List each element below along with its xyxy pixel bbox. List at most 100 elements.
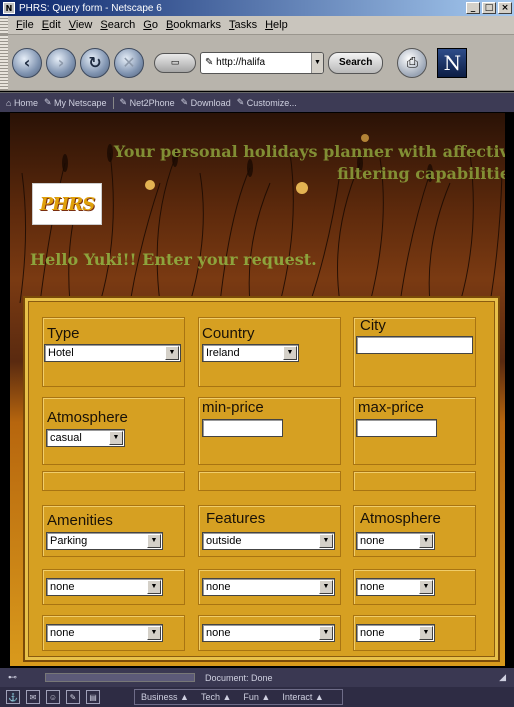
home-icon: ⌂ xyxy=(6,97,14,108)
forward-button[interactable]: › xyxy=(46,47,76,78)
page-heading: Your personal holidays planner with affe… xyxy=(113,142,505,183)
country-value: Ireland xyxy=(206,347,240,359)
address-book-icon[interactable]: ▤ xyxy=(86,690,100,704)
chevron-down-icon: ▼ xyxy=(147,534,161,548)
status-bar: ⊷ Document: Done ◢ xyxy=(0,668,514,687)
menu-help[interactable]: Help xyxy=(265,19,288,31)
feature-select[interactable]: none ▼ xyxy=(202,578,335,596)
url-type-icon: ▭ xyxy=(170,57,180,68)
url-type-button[interactable]: ▭ xyxy=(154,52,196,73)
close-button[interactable]: × xyxy=(498,2,512,14)
instant-messenger-icon[interactable]: ☺ xyxy=(46,690,60,704)
feature-value: none xyxy=(206,581,231,593)
pb-download[interactable]: ✎ Download xyxy=(181,97,231,108)
menu-go[interactable]: Go xyxy=(143,19,158,31)
chevron-down-icon: ▼ xyxy=(147,626,161,640)
pb-home-label: Home xyxy=(13,97,38,108)
back-arrow-icon: ‹ xyxy=(23,53,31,72)
back-button[interactable]: ‹ xyxy=(12,47,42,78)
menu-edit[interactable]: Edit xyxy=(42,19,61,31)
print-icon: ⎙ xyxy=(406,54,418,71)
chevron-down-icon: ▼ xyxy=(319,580,333,594)
features-label: Features xyxy=(206,510,266,527)
pb-my-netscape-label: My Netscape xyxy=(54,97,107,108)
amenity-select[interactable]: Parking ▼ xyxy=(46,532,163,550)
url-dropdown-icon[interactable]: ▼ xyxy=(311,52,323,73)
url-field[interactable]: ✎ http://halifa ▼ xyxy=(200,51,324,74)
tab-business[interactable]: Business ▲ xyxy=(141,692,189,702)
min-price-label: min-price xyxy=(202,399,264,416)
forward-arrow-icon: › xyxy=(57,53,65,72)
taskbar-tabs: Business ▲ Tech ▲ Fun ▲ Interact ▲ xyxy=(134,689,343,705)
query-form: Type Hotel ▼ Country Ireland ▼ City Atmosp… xyxy=(23,296,500,662)
amenity-select[interactable]: none ▼ xyxy=(46,578,163,596)
amenity-value: none xyxy=(50,627,75,639)
amenity-value: none xyxy=(50,581,75,593)
mail-icon[interactable]: ✉ xyxy=(26,690,40,704)
min-price-input[interactable] xyxy=(202,419,283,437)
atmosphere-option-select[interactable]: none ▼ xyxy=(356,532,435,550)
print-button[interactable]: ⎙ xyxy=(397,47,428,78)
search-button[interactable]: Search xyxy=(328,51,384,74)
navbar-grip[interactable] xyxy=(0,35,8,90)
url-text: http://halifa xyxy=(216,57,266,68)
menu-bar: File Edit View Search Go Bookmarks Tasks… xyxy=(0,16,514,35)
tab-interact[interactable]: Interact ▲ xyxy=(282,692,323,702)
menu-view[interactable]: View xyxy=(69,19,93,31)
feature-select[interactable]: none ▼ xyxy=(202,624,335,642)
empty-cell xyxy=(198,471,341,491)
menu-file[interactable]: File xyxy=(16,19,34,31)
chevron-down-icon: ▼ xyxy=(419,626,433,640)
type-label: Type xyxy=(47,325,80,342)
bookmark-icon: ✎ xyxy=(205,57,217,68)
stop-button[interactable]: ✕ xyxy=(114,47,144,78)
maximize-button[interactable]: □ xyxy=(482,2,496,14)
empty-cell xyxy=(353,471,476,491)
chevron-down-icon: ▼ xyxy=(419,534,433,548)
pb-customize[interactable]: ✎ Customize... xyxy=(237,97,297,108)
phrs-logo: PHRS xyxy=(32,183,102,225)
chevron-down-icon: ▼ xyxy=(319,534,333,548)
composer-icon[interactable]: ✎ xyxy=(66,690,80,704)
max-price-label: max-price xyxy=(358,399,424,416)
country-select[interactable]: Ireland ▼ xyxy=(202,344,299,362)
feature-select[interactable]: outside ▼ xyxy=(202,532,335,550)
chevron-down-icon: ▼ xyxy=(109,431,123,445)
chevron-down-icon: ▼ xyxy=(283,346,297,360)
type-value: Hotel xyxy=(48,347,74,359)
atmosphere-select[interactable]: casual ▼ xyxy=(46,429,125,447)
component-taskbar: ⚓ ✉ ☺ ✎ ▤ Business ▲ Tech ▲ Fun ▲ Intera… xyxy=(0,687,514,707)
tab-fun[interactable]: Fun ▲ xyxy=(243,692,270,702)
toolbar-separator xyxy=(112,96,114,109)
window-titlebar: N PHRS: Query form - Netscape 6 _ □ × xyxy=(0,0,514,16)
page-content: Your personal holidays planner with affe… xyxy=(10,113,505,666)
atmosphere-value: casual xyxy=(50,432,82,444)
minimize-button[interactable]: _ xyxy=(466,2,480,14)
netscape-logo[interactable]: N xyxy=(437,47,468,78)
menu-tasks[interactable]: Tasks xyxy=(229,19,257,31)
type-select[interactable]: Hotel ▼ xyxy=(44,344,181,362)
amenity-select[interactable]: none ▼ xyxy=(46,624,163,642)
window-title: PHRS: Query form - Netscape 6 xyxy=(19,2,162,14)
navigation-toolbar: ‹ › ↻ ✕ ▭ ✎ http://halifa ▼ Search ⎙ N xyxy=(0,35,514,91)
pb-my-netscape[interactable]: ✎ My Netscape xyxy=(44,97,107,108)
navigator-icon[interactable]: ⚓ xyxy=(6,690,20,704)
reload-button[interactable]: ↻ xyxy=(80,47,110,78)
tab-tech[interactable]: Tech ▲ xyxy=(201,692,231,702)
online-icon: ◢ xyxy=(499,672,506,682)
atmosphere-option-value: none xyxy=(360,535,385,547)
atmosphere-option-select[interactable]: none ▼ xyxy=(356,624,435,642)
pb-customize-label: Customize... xyxy=(246,97,297,108)
menu-search[interactable]: Search xyxy=(100,19,135,31)
menubar-grip[interactable] xyxy=(0,16,8,34)
menu-bookmarks[interactable]: Bookmarks xyxy=(166,19,221,31)
stop-icon: ✕ xyxy=(122,53,136,72)
feature-value: none xyxy=(206,627,231,639)
atmosphere-option-select[interactable]: none ▼ xyxy=(356,578,435,596)
city-input[interactable] xyxy=(356,336,473,354)
pb-home[interactable]: ⌂ Home xyxy=(6,98,38,108)
atmosphere-option-value: none xyxy=(360,627,385,639)
empty-cell xyxy=(42,471,185,491)
pb-net2phone[interactable]: ✎ Net2Phone xyxy=(120,97,175,108)
max-price-input[interactable] xyxy=(356,419,437,437)
